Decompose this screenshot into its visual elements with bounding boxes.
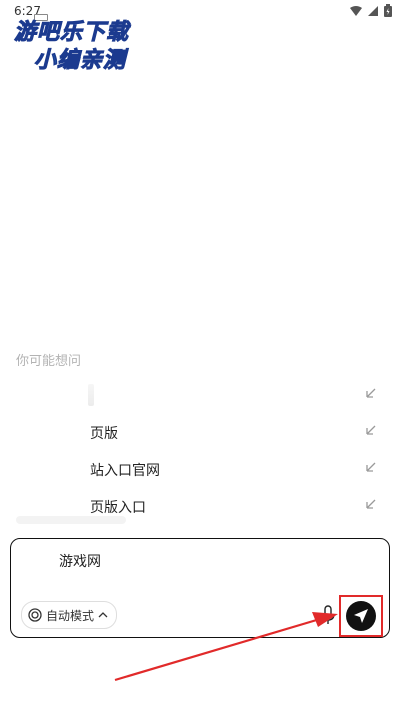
suggestion-item[interactable]: 站入口官网 [0, 452, 402, 486]
status-icons [350, 4, 392, 17]
suggestion-item[interactable]: 页版 [0, 415, 402, 449]
send-icon [354, 609, 368, 623]
suggestion-label: 站入口官网 [90, 463, 160, 479]
suggestion-item[interactable] [0, 378, 402, 412]
suggestion-blurred-text [88, 384, 94, 406]
chevron-up-icon [98, 612, 108, 618]
battery-icon [384, 4, 392, 17]
arrow-up-left-icon[interactable] [364, 460, 378, 474]
auto-mode-label: 自动模式 [46, 608, 95, 623]
auto-mode-button[interactable]: 自动模式 [21, 601, 118, 629]
arrow-up-left-icon[interactable] [364, 497, 378, 511]
suggestions-title: 你可能想问 [16, 354, 82, 369]
microphone-icon[interactable] [319, 605, 337, 625]
wifi-icon [350, 5, 362, 16]
chat-input-box[interactable]: 游戏网 自动模式 [10, 538, 390, 638]
arrow-up-left-icon[interactable] [364, 423, 378, 437]
signal-icon [368, 5, 378, 16]
chat-input-value[interactable]: 游戏网 [59, 551, 101, 571]
suggestion-label: 页版入口 [90, 500, 146, 516]
arrow-up-left-icon[interactable] [364, 386, 378, 400]
mode-icon [28, 608, 42, 622]
watermark-logo: 游吧乐下载 小编亲测 [10, 14, 150, 74]
suggestion-label: 页版 [90, 426, 118, 442]
send-button-highlight [339, 595, 383, 637]
faint-divider [16, 516, 126, 524]
send-button[interactable] [346, 601, 376, 631]
watermark-line-2: 小编亲测 [33, 48, 127, 74]
